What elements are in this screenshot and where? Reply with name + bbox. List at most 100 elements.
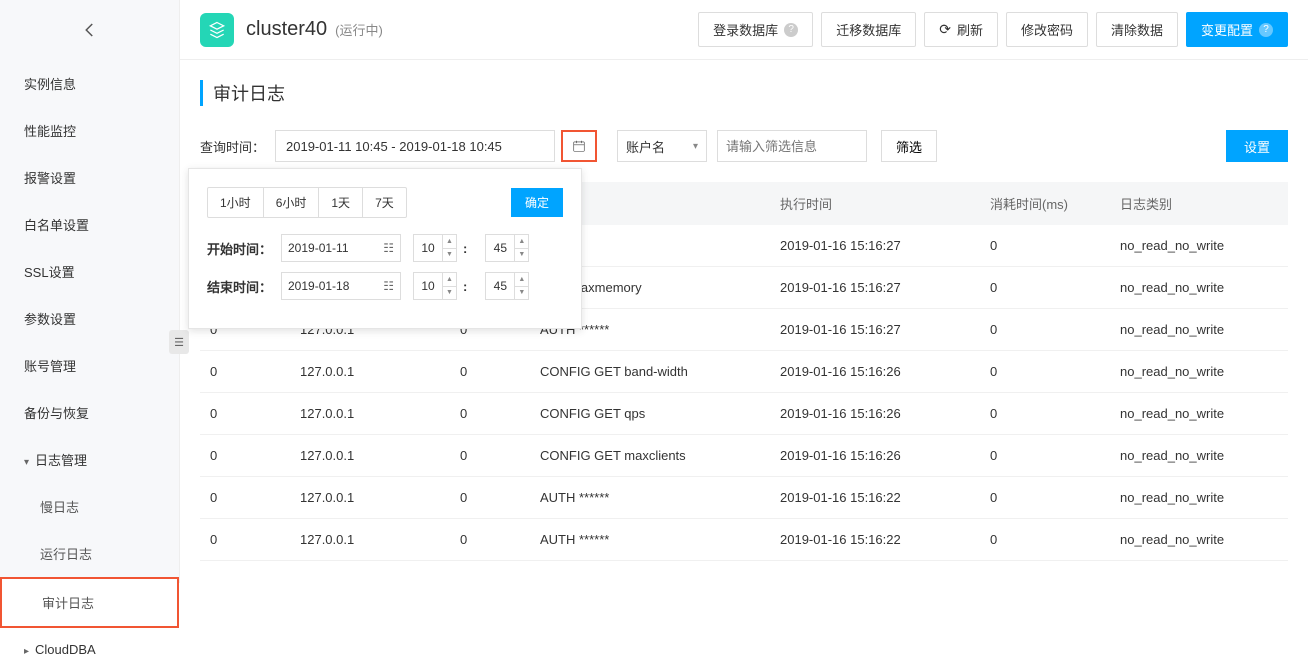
cell-cmd: AUTH ****** xyxy=(530,477,770,519)
query-time-label: 查询时间： xyxy=(200,137,265,156)
cell-acc: 0 xyxy=(450,435,530,477)
preset-1d[interactable]: 1天 xyxy=(319,188,363,217)
cell-ip: 127.0.0.1 xyxy=(290,519,450,561)
sidebar-item-log-mgmt[interactable]: 日志管理 xyxy=(0,436,179,483)
calendar-icon: ☷ xyxy=(383,241,394,255)
sidebar-item-params[interactable]: 参数设置 xyxy=(0,295,179,342)
table-row: 0127.0.0.10CONFIG GET qps2019-01-16 15:1… xyxy=(200,393,1288,435)
help-icon: ? xyxy=(784,23,798,37)
cell-time: 2019-01-16 15:16:26 xyxy=(770,435,980,477)
account-select[interactable]: 账户名▾ xyxy=(617,130,707,162)
clear-data-button[interactable]: 清除数据 xyxy=(1096,12,1178,47)
col-exec-time: 执行时间 xyxy=(770,182,980,225)
calendar-icon: ☷ xyxy=(383,279,394,293)
cell-ip: 127.0.0.1 xyxy=(290,393,450,435)
sidebar-item-ssl[interactable]: SSL设置 xyxy=(0,248,179,295)
end-hour-spinner[interactable]: 10▲▼ xyxy=(413,272,457,300)
refresh-icon: ⟳ xyxy=(939,21,951,38)
help-icon: ? xyxy=(1259,23,1273,37)
cell-ms: 0 xyxy=(980,225,1110,267)
sidebar-item-instance-info[interactable]: 实例信息 xyxy=(0,60,179,107)
header: cluster40 (运行中) 登录数据库? 迁移数据库 ⟳刷新 修改密码 清除… xyxy=(180,0,1308,60)
change-password-button[interactable]: 修改密码 xyxy=(1006,12,1088,47)
sidebar-item-account[interactable]: 账号管理 xyxy=(0,342,179,389)
cell-ip: 127.0.0.1 xyxy=(290,435,450,477)
login-db-button[interactable]: 登录数据库? xyxy=(698,12,813,47)
cell-type: no_read_no_write xyxy=(1110,225,1288,267)
cell-type: no_read_no_write xyxy=(1110,309,1288,351)
cell-db: 0 xyxy=(200,351,290,393)
cell-time: 2019-01-16 15:16:22 xyxy=(770,477,980,519)
table-row: 0127.0.0.10CONFIG GET band-width2019-01-… xyxy=(200,351,1288,393)
start-date-input[interactable]: 2019-01-11☷ xyxy=(281,234,401,262)
settings-button[interactable]: 设置 xyxy=(1226,130,1288,162)
chevron-down-icon[interactable]: ▼ xyxy=(443,249,456,262)
preset-tabs: 1小时 6小时 1天 7天 xyxy=(207,187,407,218)
preset-1h[interactable]: 1小时 xyxy=(208,188,264,217)
start-time-label: 开始时间： xyxy=(207,239,281,258)
back-button[interactable] xyxy=(0,0,179,60)
cell-ms: 0 xyxy=(980,351,1110,393)
preset-7d[interactable]: 7天 xyxy=(363,188,406,217)
sidebar: 实例信息 性能监控 报警设置 白名单设置 SSL设置 参数设置 账号管理 备份与… xyxy=(0,0,180,583)
cell-ms: 0 xyxy=(980,435,1110,477)
cell-type: no_read_no_write xyxy=(1110,393,1288,435)
cell-time: 2019-01-16 15:16:26 xyxy=(770,351,980,393)
cell-time: 2019-01-16 15:16:26 xyxy=(770,393,980,435)
start-minute-spinner[interactable]: 45▲▼ xyxy=(485,234,529,262)
cell-cmd: CONFIG GET maxclients xyxy=(530,435,770,477)
cluster-title: cluster40 xyxy=(246,18,327,41)
cell-ms: 0 xyxy=(980,519,1110,561)
cell-acc: 0 xyxy=(450,351,530,393)
sidebar-item-audit-log[interactable]: 审计日志 xyxy=(0,577,179,628)
sidebar-item-whitelist[interactable]: 白名单设置 xyxy=(0,201,179,248)
cell-cmd: CONFIG GET band-width xyxy=(530,351,770,393)
chevron-down-icon[interactable]: ▼ xyxy=(443,287,456,300)
sidebar-item-backup[interactable]: 备份与恢复 xyxy=(0,389,179,436)
sidebar-item-alarm[interactable]: 报警设置 xyxy=(0,154,179,201)
col-log-type: 日志类别 xyxy=(1110,182,1288,225)
chevron-down-icon[interactable]: ▼ xyxy=(515,249,528,262)
cell-ms: 0 xyxy=(980,309,1110,351)
chevron-up-icon[interactable]: ▲ xyxy=(443,235,456,249)
col-elapsed: 消耗时间(ms) xyxy=(980,182,1110,225)
chevron-up-icon[interactable]: ▲ xyxy=(515,273,528,287)
filter-button[interactable]: 筛选 xyxy=(881,130,937,162)
sidebar-item-performance[interactable]: 性能监控 xyxy=(0,107,179,154)
cell-time: 2019-01-16 15:16:27 xyxy=(770,309,980,351)
chevron-down-icon[interactable]: ▼ xyxy=(515,287,528,300)
end-minute-spinner[interactable]: 45▲▼ xyxy=(485,272,529,300)
cell-type: no_read_no_write xyxy=(1110,267,1288,309)
chevron-up-icon[interactable]: ▲ xyxy=(443,273,456,287)
end-date-input[interactable]: 2019-01-18☷ xyxy=(281,272,401,300)
sidebar-item-clouddba[interactable]: CloudDBA xyxy=(0,628,179,671)
table-row: 0127.0.0.10AUTH ******2019-01-16 15:16:2… xyxy=(200,477,1288,519)
cell-db: 0 xyxy=(200,435,290,477)
migrate-db-button[interactable]: 迁移数据库 xyxy=(821,12,916,47)
cell-type: no_read_no_write xyxy=(1110,351,1288,393)
cell-time: 2019-01-16 15:16:22 xyxy=(770,519,980,561)
cell-time: 2019-01-16 15:16:27 xyxy=(770,225,980,267)
calendar-button[interactable] xyxy=(561,130,597,162)
cell-type: no_read_no_write xyxy=(1110,435,1288,477)
cell-db: 0 xyxy=(200,393,290,435)
confirm-button[interactable]: 确定 xyxy=(511,188,563,217)
filter-input[interactable] xyxy=(717,130,867,162)
chevron-up-icon[interactable]: ▲ xyxy=(515,235,528,249)
filter-bar: 查询时间： 2019-01-11 10:45 - 2019-01-18 10:4… xyxy=(200,130,1288,162)
sidebar-item-run-log[interactable]: 运行日志 xyxy=(0,530,179,577)
cell-ip: 127.0.0.1 xyxy=(290,477,450,519)
preset-6h[interactable]: 6小时 xyxy=(264,188,320,217)
start-hour-spinner[interactable]: 10▲▼ xyxy=(413,234,457,262)
date-range-popover: 1小时 6小时 1天 7天 确定 开始时间： 2019-01-11☷ 10▲▼ … xyxy=(188,168,582,329)
table-row: 0127.0.0.10CONFIG GET maxclients2019-01-… xyxy=(200,435,1288,477)
date-range-input[interactable]: 2019-01-11 10:45 - 2019-01-18 10:45 xyxy=(275,130,555,162)
change-config-button[interactable]: 变更配置? xyxy=(1186,12,1288,47)
sidebar-item-slow-log[interactable]: 慢日志 xyxy=(0,483,179,530)
cluster-status: (运行中) xyxy=(335,20,383,39)
cell-ms: 0 xyxy=(980,393,1110,435)
cell-acc: 0 xyxy=(450,477,530,519)
cell-ms: 0 xyxy=(980,267,1110,309)
cell-type: no_read_no_write xyxy=(1110,519,1288,561)
refresh-button[interactable]: ⟳刷新 xyxy=(924,12,998,47)
